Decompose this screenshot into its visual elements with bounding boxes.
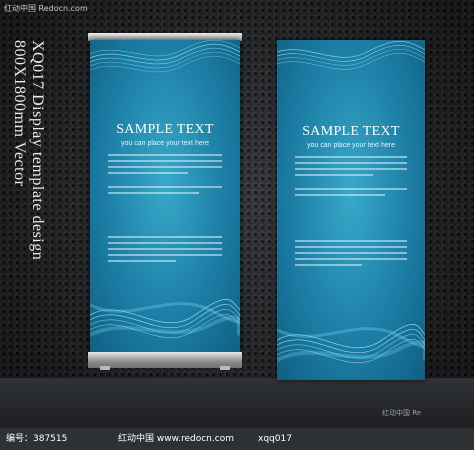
placeholder-text-block <box>295 240 407 270</box>
placeholder-text-block <box>108 186 222 198</box>
sample-title: SAMPLE TEXT <box>302 124 400 139</box>
footer-code: xqq017 <box>258 434 292 444</box>
banner-right: SAMPLE TEXT you can place your text here <box>277 40 425 380</box>
placeholder-text-block <box>295 188 407 200</box>
placeholder-text-block <box>108 236 222 266</box>
footer-bar: 编号：387515 红动中国 www.redocn.com xqq017 <box>0 428 474 450</box>
corner-logo: 红动中国 Re <box>382 409 422 417</box>
footer-site[interactable]: 红动中国 www.redocn.com <box>118 428 234 450</box>
stand-foot <box>220 366 230 370</box>
waves-top-graphic <box>277 40 425 70</box>
stand-foot <box>100 366 110 370</box>
title-line-1: XQ017 Display template design <box>29 40 46 261</box>
title-line-2: 800X1800mm Vector <box>11 40 28 187</box>
waves-top-graphic <box>90 40 240 73</box>
waves-bottom-graphic <box>277 323 425 364</box>
sample-subtitle: you can place your text here <box>121 140 209 147</box>
placeholder-text-block <box>108 154 222 178</box>
sample-subtitle: you can place your text here <box>307 142 395 149</box>
footer-id: 编号：387515 <box>6 434 68 444</box>
floor <box>0 378 474 428</box>
banner-left: SAMPLE TEXT you can place your text here <box>90 40 240 355</box>
placeholder-text-block <box>295 156 407 180</box>
waves-bottom-graphic <box>90 298 240 339</box>
watermark-top: 红动中国 Redocn.com <box>4 4 88 13</box>
vertical-title: XQ017 Display template design 800X1800mm… <box>10 40 46 260</box>
stand-base <box>88 352 242 368</box>
sample-title: SAMPLE TEXT <box>116 122 214 137</box>
